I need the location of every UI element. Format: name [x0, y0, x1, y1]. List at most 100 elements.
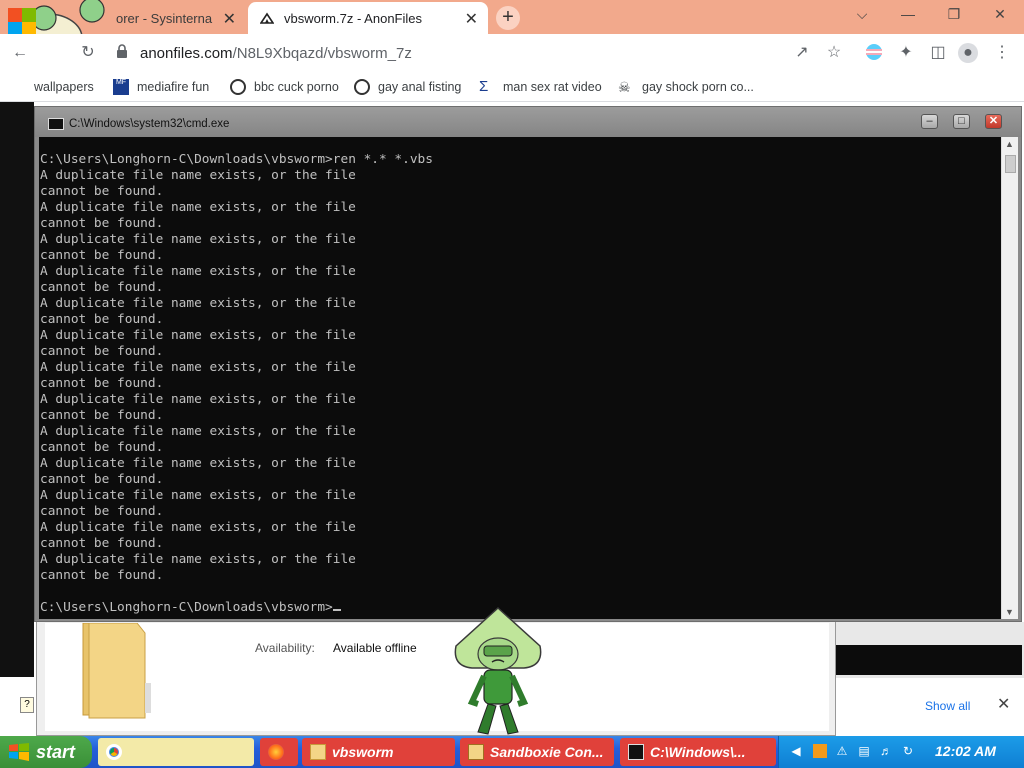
mediafire-icon: MF — [113, 79, 129, 95]
minimize-button[interactable]: — — [898, 6, 918, 22]
chrome-icon — [106, 744, 122, 760]
browser-toolbar: ← ↻ anonfiles.com/N8L9Xbqazd/vbsworm_7z … — [0, 34, 1024, 72]
firefox-icon — [268, 744, 284, 760]
extensions-icon[interactable]: ✦ — [896, 43, 916, 63]
security-shield-icon[interactable]: ⚠ — [835, 744, 849, 758]
bookmark-wallpapers[interactable]: wallpapers — [10, 78, 94, 96]
scroll-up-arrow-icon[interactable]: ▲ — [1005, 139, 1014, 149]
profile-flag-icon[interactable] — [864, 43, 884, 63]
start-label: start — [36, 741, 76, 762]
bookmark-label: man sex rat video — [503, 80, 602, 94]
back-icon[interactable]: ← — [10, 43, 30, 63]
cmd-scrollbar[interactable]: ▲ ▼ — [1001, 137, 1018, 619]
close-downloads-icon[interactable]: ✕ — [997, 694, 1010, 714]
scroll-down-arrow-icon[interactable]: ▼ — [1005, 607, 1014, 617]
tray-app-icon[interactable] — [813, 744, 827, 758]
cmd-title: C:\Windows\system32\cmd.exe — [69, 118, 230, 130]
console-error-line: cannot be found. — [40, 504, 164, 519]
anonfiles-icon — [260, 12, 274, 24]
console-prompt: C:\Users\Longhorn-C\Downloads\vbsworm> — [40, 152, 333, 167]
bookmark-4[interactable]: gay anal fisting — [354, 78, 461, 96]
tab-search-icon[interactable]: ⌵ — [852, 6, 872, 23]
bookmark-label: gay shock porn co... — [642, 80, 754, 94]
cmd-minimize-button[interactable]: – — [921, 114, 938, 129]
windows-logo-icon — [9, 743, 29, 761]
cmd-icon — [48, 118, 64, 130]
scroll-thumb[interactable] — [1005, 155, 1016, 173]
bookmark-6[interactable]: ☠ gay shock porn co... — [618, 78, 754, 96]
show-all-downloads-link[interactable]: Show all — [925, 699, 970, 713]
console-error-line: A duplicate file name exists, or the fil… — [40, 264, 356, 279]
downloads-bar: Show all ✕ — [836, 678, 1024, 736]
bookmark-5[interactable]: Σman sex rat video — [479, 78, 602, 96]
folder-icon — [310, 744, 326, 760]
close-tab-icon[interactable]: ✕ — [223, 9, 236, 29]
task-firefox[interactable] — [260, 738, 298, 766]
reload-icon[interactable]: ↻ — [78, 43, 98, 63]
cmd-maximize-button[interactable]: □ — [953, 114, 970, 129]
share-icon[interactable]: ↗ — [792, 43, 812, 63]
cmd-icon — [628, 744, 644, 760]
tab-sysinternals[interactable]: orer - Sysinterna ✕ — [0, 0, 246, 62]
start-button[interactable]: start — [0, 736, 92, 768]
availability-label: Availability: — [255, 641, 315, 655]
task-chrome[interactable] — [98, 738, 254, 766]
bookmark-3[interactable]: bbc cuck porno — [230, 78, 339, 96]
console-error-line: cannot be found. — [40, 568, 164, 583]
bookmark-star-icon[interactable]: ☆ — [824, 43, 844, 63]
task-vbsworm-folder[interactable]: vbsworm — [302, 738, 455, 766]
text-cursor — [332, 609, 341, 611]
sandboxie-icon — [468, 744, 484, 760]
console-output[interactable]: C:\Users\Longhorn-C\Downloads\vbsworm>re… — [39, 137, 1001, 619]
system-tray: ◀ ⚠ ▤ ♬ ↻ 12:02 AM — [778, 736, 1024, 768]
tab-anonfiles[interactable]: vbsworm.7z - AnonFiles ✕ — [248, 2, 488, 34]
console-command-line: C:\Users\Longhorn-C\Downloads\vbsworm>re… — [40, 152, 1001, 168]
bookmark-mediafire[interactable]: MF mediafire fun — [113, 78, 209, 96]
console-error-line: A duplicate file name exists, or the fil… — [40, 328, 356, 343]
console-error-line: cannot be found. — [40, 216, 164, 231]
taskbar: start vbsworm Sandboxie Con... C:\Window… — [0, 736, 1024, 768]
bookmark-label: bbc cuck porno — [254, 80, 339, 94]
cmd-titlebar[interactable]: C:\Windows\system32\cmd.exe – □ ✕ — [35, 107, 1021, 137]
profile-avatar-icon[interactable]: ● — [958, 43, 978, 63]
download-file-icon: ? — [20, 697, 34, 713]
console-prompt: C:\Users\Longhorn-C\Downloads\vbsworm> — [40, 600, 333, 615]
task-label: C:\Windows\... — [650, 744, 746, 760]
task-label: Sandboxie Con... — [490, 744, 604, 760]
globe-icon — [230, 79, 246, 95]
console-error-line: A duplicate file name exists, or the fil… — [40, 168, 356, 183]
console-error-line: cannot be found. — [40, 248, 164, 263]
background-dark-panel — [836, 645, 1022, 675]
address-bar[interactable]: anonfiles.com/N8L9Xbqazd/vbsworm_7z — [108, 39, 908, 67]
console-error-line: A duplicate file name exists, or the fil… — [40, 360, 356, 375]
url-path: /N8L9Xbqazd/vbsworm_7z — [232, 44, 412, 62]
side-panel-icon[interactable]: ◫ — [928, 43, 948, 63]
sync-icon[interactable]: ↻ — [901, 744, 915, 758]
cmd-close-button[interactable]: ✕ — [985, 114, 1002, 129]
console-error-line: cannot be found. — [40, 280, 164, 295]
console-error-line: A duplicate file name exists, or the fil… — [40, 296, 356, 311]
new-tab-button[interactable]: + — [496, 6, 520, 30]
availability-value: Available offline — [333, 641, 417, 655]
console-error-line: A duplicate file name exists, or the fil… — [40, 456, 356, 471]
menu-kebab-icon[interactable]: ⋮ — [992, 43, 1012, 63]
clock: 12:02 AM — [935, 743, 996, 759]
tray-expand-icon[interactable]: ◀ — [789, 744, 803, 758]
close-window-button[interactable]: ✕ — [990, 6, 1010, 23]
volume-icon[interactable]: ♬ — [879, 744, 893, 758]
console-error-line: A duplicate file name exists, or the fil… — [40, 392, 356, 407]
cmd-window[interactable]: C:\Windows\system32\cmd.exe – □ ✕ C:\Use… — [34, 106, 1022, 622]
console-error-line: cannot be found. — [40, 184, 164, 199]
browser-tabstrip: orer - Sysinterna ✕ vbsworm.7z - AnonFil… — [0, 0, 1024, 62]
close-tab-icon[interactable]: ✕ — [465, 9, 478, 29]
console-error-line: A duplicate file name exists, or the fil… — [40, 200, 356, 215]
restore-button[interactable]: ❐ — [944, 6, 964, 23]
task-cmd[interactable]: C:\Windows\... — [620, 738, 776, 766]
skull-icon: ☠ — [618, 79, 631, 95]
network-icon[interactable]: ▤ — [857, 744, 871, 758]
console-error-line: cannot be found. — [40, 376, 164, 391]
console-error-line: A duplicate file name exists, or the fil… — [40, 424, 356, 439]
downloads-bar-left: ? — [0, 678, 36, 736]
task-sandboxie[interactable]: Sandboxie Con... — [460, 738, 614, 766]
